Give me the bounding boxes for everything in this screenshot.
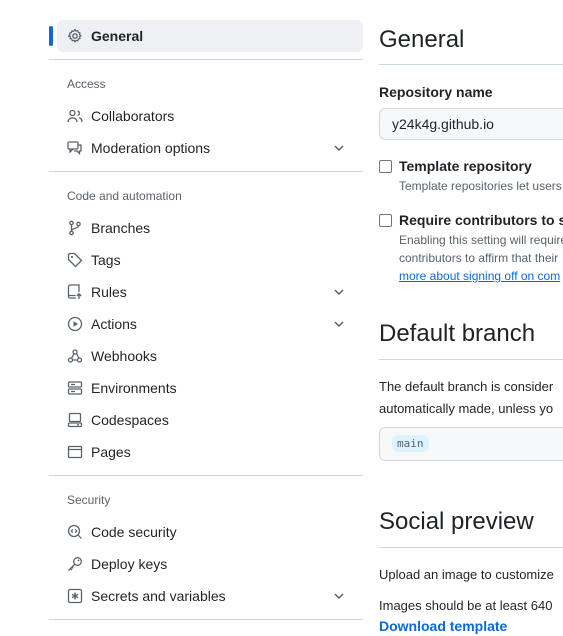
social-preview-text-2: Images should be at least 640 [379, 598, 553, 613]
sidebar-item-label: Collaborators [91, 108, 175, 124]
sidebar-item-rules[interactable]: Rules [49, 276, 363, 308]
active-indicator [49, 26, 53, 46]
server-icon [67, 380, 83, 396]
sidebar-item-label: General [91, 28, 144, 44]
play-icon [67, 316, 83, 332]
sidebar-item-general[interactable]: General [49, 20, 363, 52]
sidebar-item-label: Secrets and variables [91, 588, 226, 604]
sidebar-item-pages[interactable]: Pages [49, 436, 363, 468]
branch-name-chip[interactable]: main [392, 435, 429, 452]
require-signoff-label: Require contributors to sig [399, 212, 563, 228]
sidebar-item-webhooks[interactable]: Webhooks [49, 340, 363, 372]
sidebar-item-label: Pages [91, 444, 131, 460]
sidebar-item-codespaces[interactable]: Codespaces [49, 404, 363, 436]
template-repo-checkbox[interactable] [379, 159, 392, 173]
heading-divider [379, 359, 563, 360]
sidebar-divider [49, 59, 363, 60]
section-title-security: Security [67, 493, 111, 507]
page-title: General [379, 26, 465, 53]
signoff-learn-more-link[interactable]: more about signing off on com [399, 269, 560, 283]
sidebar-item-deploy-keys[interactable]: Deploy keys [49, 548, 363, 580]
sidebar-item-label: Moderation options [91, 140, 211, 156]
chevron-down-icon[interactable] [332, 317, 346, 331]
sidebar-item-label: Rules [91, 284, 127, 300]
sidebar-item-moderation-options[interactable]: Moderation options [49, 132, 363, 164]
sidebar-divider [49, 475, 363, 476]
sidebar-item-label: Actions [91, 316, 137, 332]
default-branch-text-1: The default branch is consider [379, 379, 554, 394]
chevron-down-icon[interactable] [332, 141, 346, 155]
heading-divider [379, 547, 563, 548]
sidebar-item-label: Branches [91, 220, 151, 236]
sidebar-divider [49, 171, 363, 172]
repo-name-label: Repository name [379, 84, 493, 100]
repo-push-icon [67, 284, 83, 300]
sidebar-item-label: Deploy keys [91, 556, 168, 572]
sidebar-item-label: Webhooks [91, 348, 157, 364]
webhook-icon [67, 348, 83, 364]
sidebar-item-branches[interactable]: Branches [49, 212, 363, 244]
template-repo-note: Template repositories let users [399, 179, 562, 193]
social-preview-text-1: Upload an image to customize [379, 567, 554, 582]
sidebar-item-secrets-variables[interactable]: Secrets and variables [49, 580, 363, 612]
default-branch-text-2: automatically made, unless yo [379, 401, 554, 416]
sidebar-item-label: Codespaces [91, 412, 169, 428]
sidebar-item-environments[interactable]: Environments [49, 372, 363, 404]
chevron-down-icon[interactable] [332, 285, 346, 299]
social-preview-heading: Social preview [379, 508, 534, 535]
default-branch-heading: Default branch [379, 320, 536, 347]
template-repo-label: Template repository [399, 158, 532, 174]
settings-page: General Access Collaborators Moderation … [0, 0, 563, 636]
sidebar-item-tags[interactable]: Tags [49, 244, 363, 276]
sidebar-item-label: Tags [91, 252, 121, 268]
heading-divider [379, 64, 563, 65]
people-icon [67, 108, 83, 124]
sidebar-item-collaborators[interactable]: Collaborators [49, 100, 363, 132]
git-branch-icon [67, 220, 83, 236]
sidebar-item-label: Code security [91, 524, 177, 540]
chevron-down-icon[interactable] [332, 589, 346, 603]
browser-icon [67, 444, 83, 460]
sidebar-item-label: Environments [91, 380, 177, 396]
sidebar-item-code-security[interactable]: Code security [49, 516, 363, 548]
sidebar-divider [49, 619, 363, 620]
codespaces-icon [67, 412, 83, 428]
require-signoff-note-1: Enabling this setting will require [399, 233, 563, 247]
download-template-link[interactable]: Download template [379, 618, 507, 634]
key-icon [67, 556, 83, 572]
default-branch-field: main [379, 427, 563, 461]
codescan-icon [67, 524, 83, 540]
key-asterisk-icon [67, 588, 83, 604]
require-signoff-row: Require contributors to sig [379, 212, 563, 228]
template-repo-row: Template repository [379, 158, 532, 174]
section-title-code-automation: Code and automation [67, 189, 182, 203]
gear-icon [67, 28, 83, 44]
comment-discussion-icon [67, 140, 83, 156]
section-title-access: Access [67, 77, 106, 91]
sidebar-item-actions[interactable]: Actions [49, 308, 363, 340]
require-signoff-checkbox[interactable] [379, 213, 392, 227]
repo-name-input[interactable]: y24k4g.github.io [379, 108, 563, 140]
require-signoff-note-2: contributors to affirm that their [399, 251, 559, 265]
tag-icon [67, 252, 83, 268]
